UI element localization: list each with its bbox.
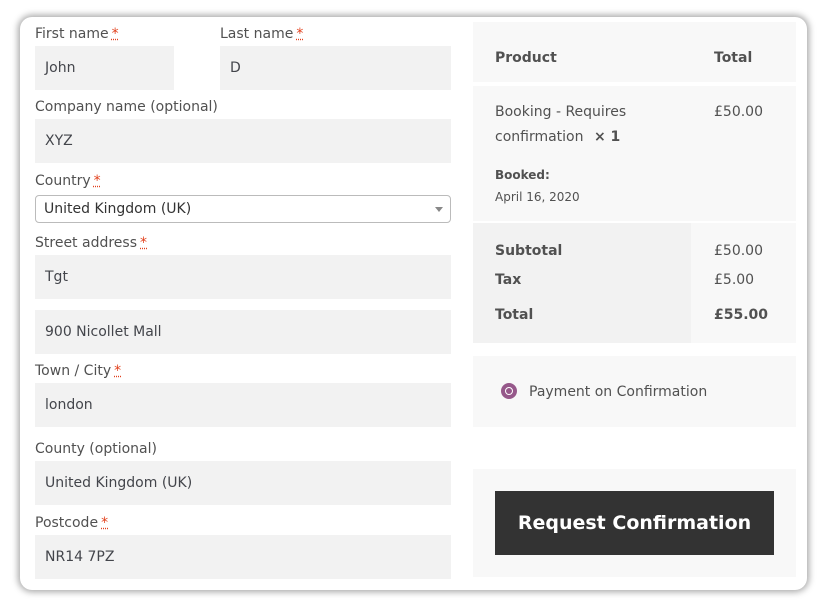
col-header-product: Product (495, 50, 557, 66)
last-name-label: Last name * (220, 26, 304, 42)
subtotal-label: Subtotal (495, 243, 563, 259)
checkout-card: First name * John Last name * D Company na… (20, 17, 807, 590)
order-item-name: Booking - Requires (495, 104, 627, 120)
order-item-meta-value: April 16, 2020 (495, 190, 580, 204)
order-item-name-line2: confirmation × 1 (495, 129, 621, 145)
radio-selected-dot (506, 388, 512, 394)
col-header-total: Total (714, 50, 753, 66)
street-address-line2-input[interactable]: 900 Nicollet Mall (35, 310, 451, 354)
county-label: County (optional) (35, 441, 157, 457)
payment-radio[interactable] (501, 383, 517, 399)
first-name-label: First name * (35, 26, 119, 42)
postcode-label: Postcode * (35, 515, 109, 531)
street-address-label: Street address * (35, 235, 147, 251)
country-label: Country * (35, 173, 101, 189)
company-label: Company name (optional) (35, 99, 218, 115)
required-marker: * (296, 26, 304, 42)
last-name-input[interactable]: D (220, 46, 451, 90)
chevron-down-icon (435, 207, 443, 212)
total-label: Total (495, 307, 534, 323)
town-label: Town / City * (35, 363, 122, 379)
subtotal-value: £50.00 (714, 243, 763, 259)
required-marker: * (93, 173, 101, 189)
required-marker: * (111, 26, 119, 42)
country-select-value: United Kingdom (UK) (44, 201, 192, 217)
postcode-input[interactable]: NR14 7PZ (35, 535, 451, 579)
total-value: £55.00 (714, 307, 769, 323)
order-item-qty: × 1 (593, 129, 621, 145)
request-confirmation-button[interactable]: Request Confirmation (495, 491, 774, 555)
order-item-price: £50.00 (714, 104, 763, 120)
town-input[interactable]: london (35, 383, 451, 427)
payment-method-label[interactable]: Payment on Confirmation (529, 383, 707, 401)
county-input[interactable]: United Kingdom (UK) (35, 461, 451, 505)
order-item-meta-label: Booked: (495, 168, 550, 182)
tax-value: £5.00 (714, 272, 755, 288)
required-marker: * (101, 515, 109, 531)
tax-label: Tax (495, 272, 522, 288)
street-address-line1-input[interactable]: Tgt (35, 255, 451, 299)
country-select[interactable]: United Kingdom (UK) (35, 195, 451, 223)
required-marker: * (114, 363, 122, 379)
required-marker: * (140, 235, 147, 251)
company-input[interactable]: XYZ (35, 119, 451, 163)
first-name-input[interactable]: John (35, 46, 174, 90)
